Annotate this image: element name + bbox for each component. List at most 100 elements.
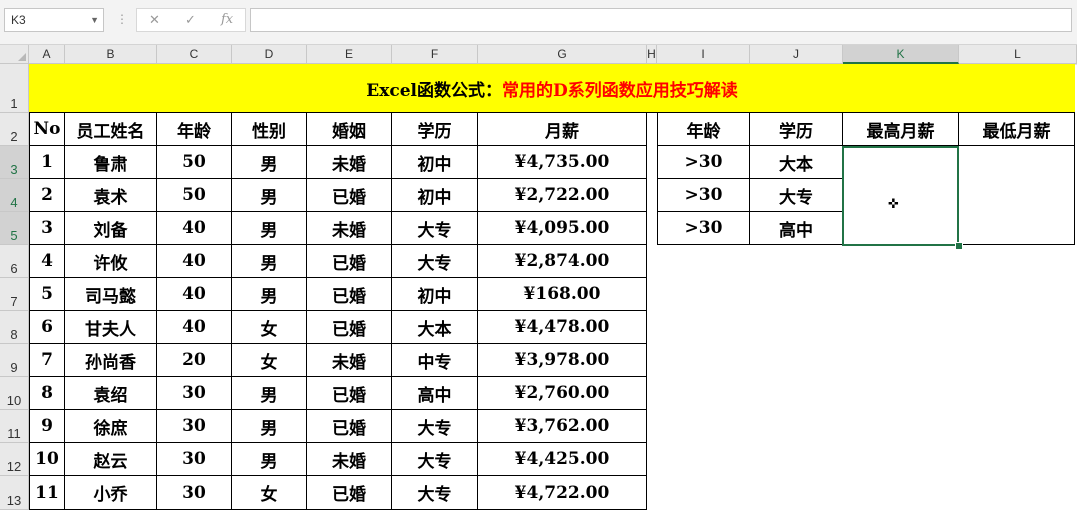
- cell-age[interactable]: 20: [157, 344, 232, 377]
- row-header-4[interactable]: 4: [0, 179, 29, 212]
- col-header-l[interactable]: L: [959, 45, 1077, 64]
- cell-education[interactable]: 大专: [392, 443, 478, 476]
- col-header-g[interactable]: G: [478, 45, 647, 64]
- cell-education[interactable]: 大本: [392, 311, 478, 344]
- cell-gender[interactable]: 女: [232, 476, 307, 510]
- cell-salary[interactable]: ¥4,095.00: [478, 212, 647, 245]
- cell-gender[interactable]: 女: [232, 311, 307, 344]
- fill-handle[interactable]: [955, 242, 963, 250]
- cell-salary[interactable]: ¥4,735.00: [478, 146, 647, 179]
- cell-marital[interactable]: 未婚: [307, 443, 392, 476]
- cell-name[interactable]: 甘夫人: [65, 311, 157, 344]
- col-header-d[interactable]: D: [232, 45, 307, 64]
- cell-no[interactable]: 11: [29, 476, 65, 510]
- cell-age[interactable]: 40: [157, 212, 232, 245]
- criteria-header-min-salary[interactable]: 最低月薪: [959, 113, 1075, 146]
- cell-age[interactable]: 30: [157, 377, 232, 410]
- cell-salary[interactable]: ¥3,978.00: [478, 344, 647, 377]
- name-box[interactable]: K3 ▼: [4, 8, 104, 32]
- cell-age[interactable]: 30: [157, 476, 232, 510]
- cell-marital[interactable]: 已婚: [307, 476, 392, 510]
- cell-name[interactable]: 袁绍: [65, 377, 157, 410]
- row-header-6[interactable]: 6: [0, 245, 29, 278]
- criteria-cell-education[interactable]: 高中: [750, 212, 843, 245]
- active-cell-selection[interactable]: [842, 146, 959, 246]
- cell-gender[interactable]: 男: [232, 146, 307, 179]
- cell-marital[interactable]: 已婚: [307, 278, 392, 311]
- row-header-3[interactable]: 3: [0, 146, 29, 179]
- col-header-c[interactable]: C: [157, 45, 232, 64]
- cell-gender[interactable]: 男: [232, 278, 307, 311]
- cell-education[interactable]: 大专: [392, 212, 478, 245]
- cell-marital[interactable]: 未婚: [307, 146, 392, 179]
- cell-name[interactable]: 袁术: [65, 179, 157, 212]
- col-header-j[interactable]: J: [750, 45, 843, 64]
- cell-name[interactable]: 司马懿: [65, 278, 157, 311]
- row-header-13[interactable]: 13: [0, 476, 29, 510]
- cell-gender[interactable]: 男: [232, 245, 307, 278]
- cell-gender[interactable]: 男: [232, 443, 307, 476]
- cell-education[interactable]: 大专: [392, 476, 478, 510]
- cancel-icon[interactable]: ✕: [149, 12, 160, 28]
- header-salary[interactable]: 月薪: [478, 113, 647, 146]
- cell-no[interactable]: 8: [29, 377, 65, 410]
- cell-no[interactable]: 6: [29, 311, 65, 344]
- cell-gender[interactable]: 男: [232, 377, 307, 410]
- criteria-cell-education[interactable]: 大专: [750, 179, 843, 212]
- cell-marital[interactable]: 未婚: [307, 344, 392, 377]
- row-header-10[interactable]: 10: [0, 377, 29, 410]
- cell-education[interactable]: 高中: [392, 377, 478, 410]
- cell-age[interactable]: 50: [157, 179, 232, 212]
- cell-name[interactable]: 赵云: [65, 443, 157, 476]
- criteria-header-max-salary[interactable]: 最高月薪: [843, 113, 959, 146]
- row-header-1[interactable]: 1: [0, 64, 29, 113]
- cell-marital[interactable]: 已婚: [307, 410, 392, 443]
- criteria-header-age[interactable]: 年龄: [657, 113, 750, 146]
- cell-salary[interactable]: ¥2,874.00: [478, 245, 647, 278]
- cell-age[interactable]: 30: [157, 410, 232, 443]
- header-name[interactable]: 员工姓名: [65, 113, 157, 146]
- drag-handle-icon[interactable]: ⋮: [116, 12, 128, 26]
- col-header-f[interactable]: F: [392, 45, 478, 64]
- insert-function-icon[interactable]: fx: [221, 12, 233, 27]
- header-age[interactable]: 年龄: [157, 113, 232, 146]
- enter-icon[interactable]: ✓: [185, 12, 196, 28]
- cell-gender[interactable]: 女: [232, 344, 307, 377]
- criteria-cell-age[interactable]: >30: [657, 179, 750, 212]
- cell-salary[interactable]: ¥3,762.00: [478, 410, 647, 443]
- col-header-b[interactable]: B: [65, 45, 157, 64]
- cell-marital[interactable]: 已婚: [307, 179, 392, 212]
- cell-marital[interactable]: 已婚: [307, 377, 392, 410]
- cell-no[interactable]: 10: [29, 443, 65, 476]
- col-header-a[interactable]: A: [29, 45, 65, 64]
- cell-gender[interactable]: 男: [232, 179, 307, 212]
- cell-marital[interactable]: 已婚: [307, 245, 392, 278]
- cell-no[interactable]: 1: [29, 146, 65, 179]
- row-header-7[interactable]: 7: [0, 278, 29, 311]
- formula-input[interactable]: [250, 8, 1072, 32]
- cell-salary[interactable]: ¥168.00: [478, 278, 647, 311]
- header-education[interactable]: 学历: [392, 113, 478, 146]
- row-header-11[interactable]: 11: [0, 410, 29, 443]
- cell-gender[interactable]: 男: [232, 212, 307, 245]
- cell-education[interactable]: 初中: [392, 146, 478, 179]
- row-header-12[interactable]: 12: [0, 443, 29, 476]
- row-header-8[interactable]: 8: [0, 311, 29, 344]
- row-header-9[interactable]: 9: [0, 344, 29, 377]
- cell-no[interactable]: 2: [29, 179, 65, 212]
- sheet-title-cell[interactable]: Excel函数公式： 常用的D系列函数应用技巧解读: [29, 64, 1075, 113]
- col-header-h[interactable]: H: [647, 45, 657, 64]
- header-marital[interactable]: 婚姻: [307, 113, 392, 146]
- cell-name[interactable]: 孙尚香: [65, 344, 157, 377]
- cell-salary[interactable]: ¥2,722.00: [478, 179, 647, 212]
- cell-name[interactable]: 小乔: [65, 476, 157, 510]
- cell-education[interactable]: 初中: [392, 278, 478, 311]
- cell-age[interactable]: 40: [157, 311, 232, 344]
- header-gender[interactable]: 性别: [232, 113, 307, 146]
- cell-name[interactable]: 徐庶: [65, 410, 157, 443]
- cell-salary[interactable]: ¥4,722.00: [478, 476, 647, 510]
- criteria-cell-age[interactable]: >30: [657, 146, 750, 179]
- cell-age[interactable]: 50: [157, 146, 232, 179]
- cell-salary[interactable]: ¥4,478.00: [478, 311, 647, 344]
- criteria-cell-education[interactable]: 大本: [750, 146, 843, 179]
